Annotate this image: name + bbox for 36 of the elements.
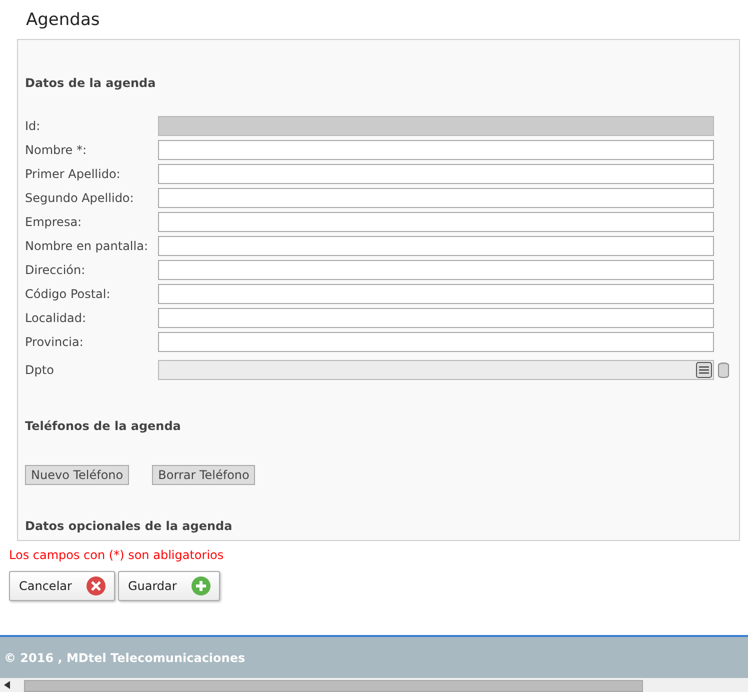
field-label: Dpto [25, 362, 55, 379]
input-field[interactable] [158, 212, 714, 232]
input-field[interactable] [158, 332, 714, 352]
phone-button[interactable]: Nuevo Teléfono [25, 465, 130, 485]
input-field[interactable] [158, 164, 714, 184]
required-note: Los campos con (*) son abligatorios [9, 547, 224, 563]
save-button[interactable]: Guardar [118, 571, 220, 601]
field-label: Código Postal: [25, 286, 112, 303]
input-field[interactable] [158, 140, 714, 160]
plus-icon [190, 576, 211, 596]
field-label: Id: [25, 118, 42, 135]
input-field[interactable] [158, 308, 714, 328]
section-title: Datos opcionales de la agenda [25, 518, 232, 534]
close-icon [86, 576, 106, 596]
scrollbar-thumb[interactable] [24, 680, 643, 692]
field-label: Nombre en pantalla: [25, 238, 149, 255]
input-field[interactable] [158, 284, 714, 304]
scroll-left-icon[interactable] [4, 681, 10, 689]
copyright-text: © 2016 , MDtel Telecomunicaciones [4, 650, 246, 666]
input-field[interactable] [158, 236, 714, 256]
field-label: Empresa: [25, 214, 83, 231]
input-field[interactable] [158, 188, 714, 208]
field-label: Primer Apellido: [25, 166, 122, 183]
section-title: Teléfonos de la agenda [25, 418, 181, 434]
input-field[interactable] [158, 260, 714, 280]
page-title: Agendas [26, 9, 100, 31]
field-label: Provincia: [25, 334, 84, 351]
trash-icon[interactable] [718, 362, 729, 378]
cancel-button[interactable]: Cancelar [9, 571, 115, 601]
horizontal-scrollbar[interactable] [0, 678, 748, 692]
field-label: Localidad: [25, 310, 88, 327]
field-label: Dirección: [25, 262, 86, 279]
field-label: Segundo Apellido: [25, 190, 135, 207]
phone-button[interactable]: Borrar Teléfono [152, 465, 256, 485]
section-title: Datos de la agenda [25, 75, 156, 91]
field-label: Nombre *: [25, 142, 88, 159]
